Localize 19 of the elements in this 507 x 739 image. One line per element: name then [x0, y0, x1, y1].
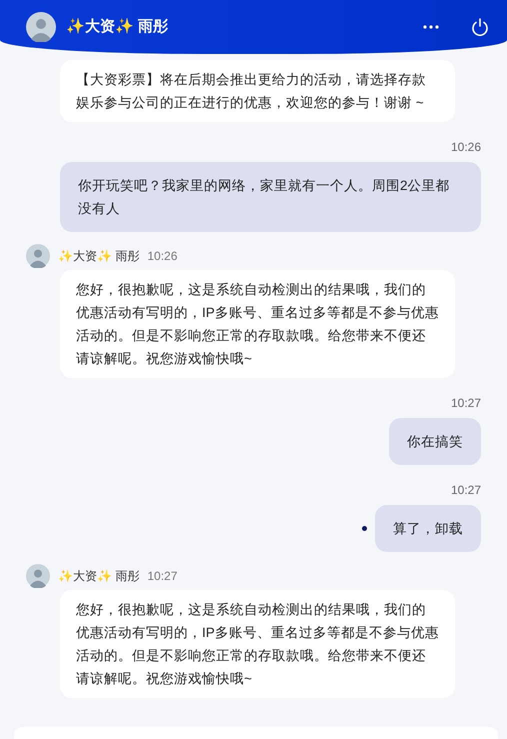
message-bubble: 您好，很抱歉呢，这是系统自动检测出的结果哦，我们的优惠活动有写明的，IP多账号、重名过多等都是不参与优惠活动的。但是不影响您正常的存取款哦。给您带来不便还请谅解呢。祝您游戏愉快哦~ — [60, 270, 455, 378]
avatar — [26, 244, 50, 268]
sender-name: ✨大资✨ 雨彤 — [58, 248, 140, 265]
message-bubble: 你开玩笑吧？我家里的网络，家里就有一个人。周围2公里都没有人 — [60, 162, 481, 232]
timestamp: 10:26 — [147, 248, 178, 265]
message-bubble: 你在搞笑 — [389, 418, 481, 465]
avatar — [26, 12, 56, 42]
timestamp: 10:27 — [450, 482, 481, 499]
timestamp: 10:27 — [147, 568, 178, 585]
sender-name: ✨大资✨ 雨彤 — [58, 568, 140, 585]
avatar — [26, 564, 50, 588]
message-bubble: 【大资彩票】将在后期会推出更给力的活动，请选择存款娱乐参与公司的正在进行的优惠，欢迎您的参与！谢谢 ~ — [60, 60, 455, 122]
message-bubble: 算了，卸载 — [375, 505, 481, 552]
power-icon[interactable] — [471, 18, 489, 36]
more-icon[interactable] — [423, 25, 439, 29]
timestamp: 10:27 — [450, 395, 481, 412]
message-bubble: 您好，很抱歉呢，这是系统自动检测出的结果哦，我们的优惠活动有写明的，IP多账号、重名过多等都是不参与优惠活动的。但是不影响您正常的存取款哦。给您带来不便还请谅解呢。祝您游戏愉快哦~ — [60, 590, 455, 698]
chat-title: ✨大资✨ 雨彤 — [66, 16, 168, 37]
timestamp: 10:26 — [450, 139, 481, 156]
